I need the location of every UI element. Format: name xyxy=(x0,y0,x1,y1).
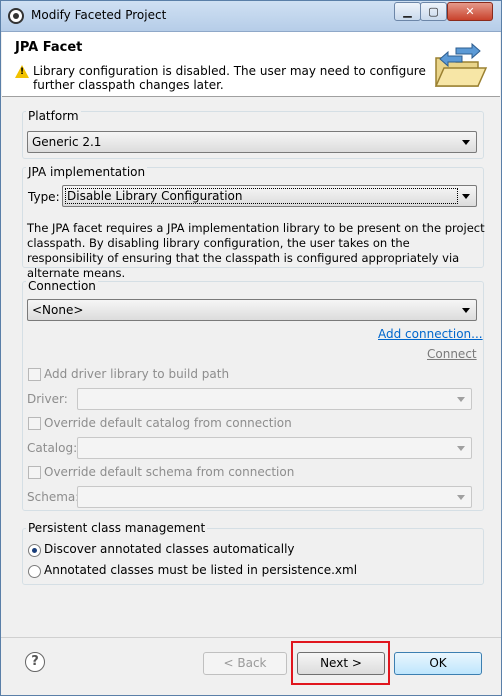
driver-label: Driver: xyxy=(27,392,68,406)
type-dropdown[interactable]: Disable Library Configuration xyxy=(62,185,477,207)
chevron-down-icon xyxy=(462,194,470,199)
discover-classes-label: Discover annotated classes automatically xyxy=(44,542,295,556)
override-schema-label: Override default schema from connection xyxy=(44,465,295,479)
listed-classes-radio[interactable] xyxy=(28,565,41,578)
override-schema-checkbox[interactable] xyxy=(28,466,41,479)
footer-separator xyxy=(1,637,501,638)
ok-button[interactable]: OK xyxy=(394,652,482,675)
folder-wizard-icon xyxy=(434,42,488,87)
platform-label: Platform xyxy=(26,109,81,123)
driver-dropdown[interactable] xyxy=(77,388,472,410)
eclipse-app-icon xyxy=(8,8,24,24)
chevron-down-icon xyxy=(457,495,465,500)
connection-label: Connection xyxy=(26,279,98,293)
catalog-dropdown[interactable] xyxy=(77,437,472,459)
add-driver-checkbox[interactable] xyxy=(28,368,41,381)
page-header: JPA Facet Library configuration is disab… xyxy=(2,32,500,97)
connect-link[interactable]: Connect xyxy=(427,347,477,361)
jpa-description: The JPA facet requires a JPA implementat… xyxy=(27,221,485,280)
connection-dropdown[interactable]: <None> xyxy=(27,299,477,321)
jpa-implementation-label: JPA implementation xyxy=(26,165,148,179)
schema-dropdown[interactable] xyxy=(77,486,472,508)
schema-label: Schema: xyxy=(27,490,80,504)
help-icon[interactable]: ? xyxy=(25,652,45,672)
add-driver-label: Add driver library to build path xyxy=(44,367,230,381)
header-message: Library configuration is disabled. The u… xyxy=(33,64,426,92)
maximize-button[interactable]: ▢ xyxy=(420,2,447,21)
override-catalog-checkbox[interactable] xyxy=(28,417,41,430)
connection-value: <None> xyxy=(32,303,84,317)
discover-classes-radio[interactable] xyxy=(28,544,41,557)
catalog-label: Catalog: xyxy=(27,441,78,455)
platform-value: Generic 2.1 xyxy=(32,135,102,149)
window-title: Modify Faceted Project xyxy=(31,8,167,22)
listed-classes-label: Annotated classes must be listed in pers… xyxy=(44,563,358,577)
close-button[interactable]: ✕ xyxy=(447,2,493,21)
persistent-label: Persistent class management xyxy=(26,521,208,535)
minimize-button[interactable]: ▁ xyxy=(394,2,421,21)
next-button-highlight xyxy=(291,641,390,685)
page-title: JPA Facet xyxy=(15,40,83,55)
dialog-window: Modify Faceted Project ▁ ▢ ✕ JPA Facet L… xyxy=(0,0,502,696)
chevron-down-icon xyxy=(457,397,465,402)
override-catalog-label: Override default catalog from connection xyxy=(44,416,292,430)
chevron-down-icon xyxy=(462,140,470,145)
add-connection-link[interactable]: Add connection... xyxy=(378,327,483,341)
type-label: Type: xyxy=(28,190,60,204)
type-value: Disable Library Configuration xyxy=(67,189,243,203)
title-bar[interactable]: Modify Faceted Project ▁ ▢ ✕ xyxy=(1,1,501,32)
chevron-down-icon xyxy=(457,446,465,451)
warning-icon xyxy=(15,65,29,78)
back-button[interactable]: < Back xyxy=(203,652,287,675)
chevron-down-icon xyxy=(462,308,470,313)
platform-dropdown[interactable]: Generic 2.1 xyxy=(27,131,477,153)
